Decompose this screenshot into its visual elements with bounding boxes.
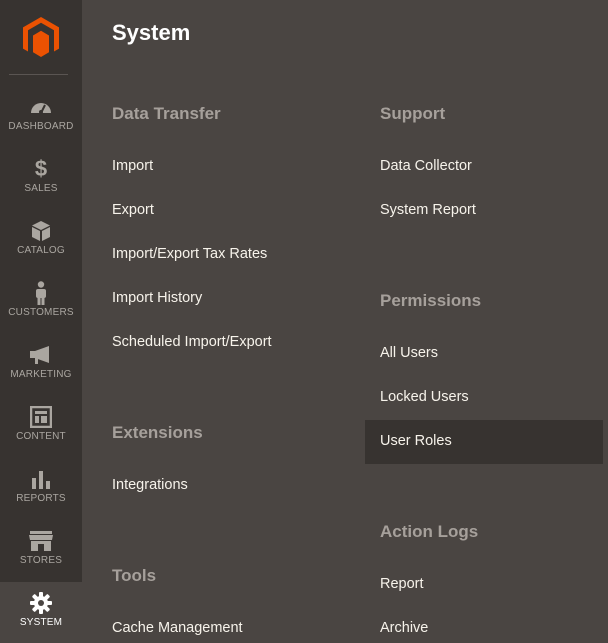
nav-item-label: MARKETING <box>10 369 72 380</box>
layout-icon <box>0 404 82 430</box>
link-report[interactable]: Report <box>380 576 424 592</box>
section-title-extensions: Extensions <box>112 423 203 442</box>
nav-item-stores[interactable]: STORES <box>0 520 82 582</box>
link-system-report[interactable]: System Report <box>380 202 476 218</box>
link-data-collector[interactable]: Data Collector <box>380 158 472 174</box>
section-title-action-logs: Action Logs <box>380 522 479 541</box>
dollar-icon: $ <box>34 156 48 181</box>
nav-item-label: SYSTEM <box>19 617 63 628</box>
link-archive[interactable]: Archive <box>380 620 428 636</box>
link-all-users[interactable]: All Users <box>380 345 438 361</box>
system-menu-panel: System Data Transfer Import Export Impor… <box>82 0 608 643</box>
link-cache-management[interactable]: Cache Management <box>112 620 243 636</box>
link-export[interactable]: Export <box>112 202 154 218</box>
dashboard-icon <box>0 94 82 120</box>
nav-item-catalog[interactable]: CATALOG <box>0 210 82 272</box>
link-integrations[interactable]: Integrations <box>112 477 188 493</box>
nav-item-sales[interactable]: $ SALES <box>0 148 82 210</box>
bar-chart-icon <box>0 466 82 492</box>
storefront-icon <box>0 528 82 554</box>
nav-item-label: CONTENT <box>16 431 66 442</box>
nav-item-marketing[interactable]: MARKETING <box>0 334 82 396</box>
link-scheduled-import-export[interactable]: Scheduled Import/Export <box>112 334 272 350</box>
nav-item-label: REPORTS <box>16 493 66 504</box>
magento-logo-icon <box>23 16 59 57</box>
panel-title: System <box>112 20 191 45</box>
nav-item-dashboard[interactable]: DASHBOARD <box>0 86 82 148</box>
link-import-history[interactable]: Import History <box>112 290 202 306</box>
nav-item-label: CATALOG <box>17 245 65 256</box>
box-icon <box>0 218 82 244</box>
nav-item-reports[interactable]: REPORTS <box>0 458 82 520</box>
nav-item-system[interactable]: SYSTEM <box>0 582 82 643</box>
megaphone-icon <box>0 342 82 368</box>
nav-item-customers[interactable]: CUSTOMERS <box>0 272 82 334</box>
magento-logo[interactable] <box>0 0 82 75</box>
gear-icon <box>0 590 82 616</box>
admin-sidebar: DASHBOARD $ SALES CATALOG CUSTOMERS MARK… <box>0 0 82 643</box>
nav-item-label: STORES <box>19 555 63 566</box>
section-title-permissions: Permissions <box>380 291 482 310</box>
link-locked-users[interactable]: Locked Users <box>380 389 469 405</box>
sidebar-divider <box>9 74 68 75</box>
section-title-data-transfer: Data Transfer <box>112 104 221 123</box>
link-user-roles[interactable]: User Roles <box>380 433 452 449</box>
nav-item-label: CUSTOMERS <box>8 307 74 318</box>
link-import-export-tax-rates[interactable]: Import/Export Tax Rates <box>112 246 267 262</box>
link-import[interactable]: Import <box>112 158 153 174</box>
nav-item-label: DASHBOARD <box>8 121 74 132</box>
nav-item-label: SALES <box>24 183 58 194</box>
section-title-support: Support <box>380 104 446 123</box>
section-title-tools: Tools <box>112 566 157 585</box>
nav-item-content[interactable]: CONTENT <box>0 396 82 458</box>
person-icon <box>0 280 82 306</box>
